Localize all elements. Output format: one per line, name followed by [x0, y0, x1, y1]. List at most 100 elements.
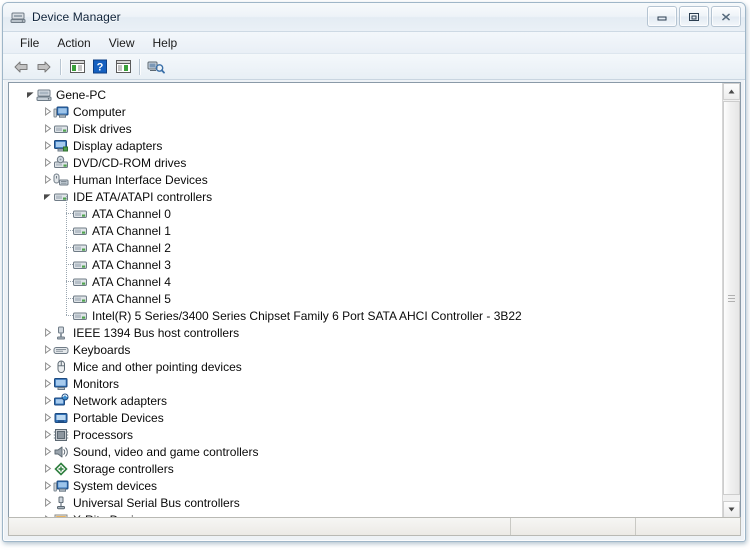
tree-item-label: Mice and other pointing devices	[73, 359, 242, 374]
device-tree-pane[interactable]: Gene-PC Computer Disk drives Display adapte…	[9, 83, 722, 518]
system-device-icon	[53, 478, 69, 494]
menu-item-action[interactable]: Action	[48, 34, 99, 52]
collapse-triangle-icon[interactable]	[42, 463, 53, 474]
expand-triangle-icon[interactable]	[25, 89, 36, 100]
collapse-triangle-icon[interactable]	[42, 123, 53, 134]
tree-item-ata-channel-2[interactable]: ATA Channel 2	[9, 239, 722, 256]
menu-item-file[interactable]: File	[11, 34, 48, 52]
tree-item-universal-serial-bus-controllers[interactable]: Universal Serial Bus controllers	[9, 494, 722, 511]
close-button[interactable]	[711, 6, 741, 27]
usb-controller-icon	[53, 495, 69, 511]
scroll-up-arrow-icon[interactable]	[723, 83, 740, 100]
tree-item-portable-devices[interactable]: Portable Devices	[9, 409, 722, 426]
ata-channel-icon	[72, 206, 88, 222]
collapse-triangle-icon[interactable]	[42, 157, 53, 168]
collapse-triangle-icon[interactable]	[42, 140, 53, 151]
tree-item-disk-drives[interactable]: Disk drives	[9, 120, 722, 137]
toolbar: ?	[3, 54, 745, 80]
storage-controller-icon	[53, 461, 69, 477]
collapse-triangle-icon[interactable]	[42, 497, 53, 508]
tree-item-display-adapters[interactable]: Display adapters	[9, 137, 722, 154]
menu-bar: File Action View Help	[3, 32, 745, 54]
desktop-background: Device Manager File Action View Help ? G…	[0, 0, 750, 550]
collapse-triangle-icon[interactable]	[42, 344, 53, 355]
status-bar-tertiary	[635, 518, 740, 535]
tree-item-ata-channel-5[interactable]: ATA Channel 5	[9, 290, 722, 307]
scroll-down-arrow-icon[interactable]	[723, 501, 740, 518]
collapse-triangle-icon[interactable]	[42, 327, 53, 338]
device-manager-window: Device Manager File Action View Help ? G…	[2, 2, 746, 542]
properties-button[interactable]	[112, 56, 134, 77]
ata-channel-icon	[72, 257, 88, 273]
monitor-icon	[53, 376, 69, 392]
window-title: Device Manager	[32, 10, 121, 24]
tree-item-monitors[interactable]: Monitors	[9, 375, 722, 392]
scan-for-hardware-changes-button[interactable]	[145, 56, 167, 77]
tree-item-label: Network adapters	[73, 393, 168, 408]
tree-item-ata-channel-3[interactable]: ATA Channel 3	[9, 256, 722, 273]
minimize-button[interactable]	[647, 6, 677, 27]
tree-item-ata-channel-4[interactable]: ATA Channel 4	[9, 273, 722, 290]
collapse-triangle-icon[interactable]	[42, 412, 53, 423]
tree-item-computer[interactable]: Computer	[9, 103, 722, 120]
tree-item-label: IDE ATA/ATAPI controllers	[73, 189, 213, 204]
ieee1394-icon	[53, 325, 69, 341]
tree-item-system-devices[interactable]: System devices	[9, 477, 722, 494]
title-bar[interactable]: Device Manager	[3, 3, 745, 32]
tree-item-label: Storage controllers	[73, 461, 174, 476]
restore-button[interactable]	[679, 6, 709, 27]
tree-item-ide-ata-atapi-controllers[interactable]: IDE ATA/ATAPI controllers	[9, 188, 722, 205]
tree-item-gene-pc[interactable]: Gene-PC	[9, 86, 722, 103]
tree-item-human-interface-devices[interactable]: Human Interface Devices	[9, 171, 722, 188]
tree-item-processors[interactable]: Processors	[9, 426, 722, 443]
status-bar	[8, 517, 741, 536]
tree-item-intel-r-5-series-3400-series-chipset-family-6-po[interactable]: Intel(R) 5 Series/3400 Series Chipset Fa…	[9, 307, 722, 324]
show-hide-console-tree-button[interactable]	[66, 56, 88, 77]
tree-item-sound-video-and-game-controllers[interactable]: Sound, video and game controllers	[9, 443, 722, 460]
collapse-triangle-icon[interactable]	[42, 446, 53, 457]
collapse-triangle-icon[interactable]	[42, 361, 53, 372]
tree-item-label: Computer	[73, 104, 126, 119]
tree-item-label: Keyboards	[73, 342, 131, 357]
scrollbar-thumb[interactable]	[723, 101, 740, 495]
tree-item-ata-channel-0[interactable]: ATA Channel 0	[9, 205, 722, 222]
hid-icon	[53, 172, 69, 188]
collapse-triangle-icon[interactable]	[42, 378, 53, 389]
collapse-triangle-icon[interactable]	[42, 429, 53, 440]
forward-button[interactable]	[33, 56, 55, 77]
collapse-triangle-icon[interactable]	[42, 174, 53, 185]
collapse-triangle-icon[interactable]	[42, 106, 53, 117]
tree-item-label: Disk drives	[73, 121, 132, 136]
ata-channel-icon	[72, 223, 88, 239]
tree-item-label: Processors	[73, 427, 134, 442]
collapse-triangle-icon[interactable]	[42, 480, 53, 491]
tree-item-label: ATA Channel 2	[92, 240, 171, 255]
tree-item-keyboards[interactable]: Keyboards	[9, 341, 722, 358]
tree-item-storage-controllers[interactable]: Storage controllers	[9, 460, 722, 477]
back-button[interactable]	[10, 56, 32, 77]
menu-item-view[interactable]: View	[100, 34, 144, 52]
expand-triangle-icon[interactable]	[42, 191, 53, 202]
tree-item-network-adapters[interactable]: Network adapters	[9, 392, 722, 409]
tree-item-ata-channel-1[interactable]: ATA Channel 1	[9, 222, 722, 239]
tree-item-mice-and-other-pointing-devices[interactable]: Mice and other pointing devices	[9, 358, 722, 375]
menu-item-help[interactable]: Help	[144, 34, 187, 52]
collapse-triangle-icon[interactable]	[42, 395, 53, 406]
tree-item-ieee-1394-bus-host-controllers[interactable]: IEEE 1394 Bus host controllers	[9, 324, 722, 341]
vertical-scrollbar[interactable]	[722, 83, 740, 518]
toolbar-separator-2	[139, 58, 140, 75]
help-button[interactable]: ?	[89, 56, 111, 77]
tree-item-dvd-cd-rom-drives[interactable]: DVD/CD-ROM drives	[9, 154, 722, 171]
